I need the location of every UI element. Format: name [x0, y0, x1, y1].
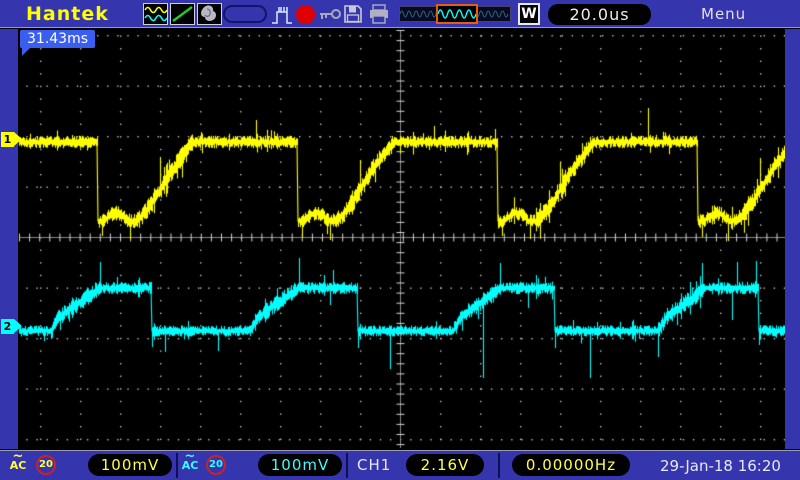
ch1-coupling-label: AC	[9, 459, 27, 472]
graticule-area: 31.43ms 1 2	[0, 29, 800, 449]
window-zoom-icon[interactable]: W	[518, 3, 540, 25]
trigger-source-label: CH1	[357, 456, 392, 474]
ch1-scale-readout: 100mV	[88, 454, 172, 476]
record-icon[interactable]	[296, 5, 315, 24]
pulse-icon[interactable]	[271, 4, 293, 25]
status-bar: ~ AC 20 100mV ~ AC 20 100mV CH1 2.16V 0.…	[0, 450, 800, 480]
trigger-level-value: 2.16V	[420, 456, 470, 474]
right-margin-strip	[785, 29, 800, 449]
timebase-value: 20.0us	[569, 5, 630, 24]
frequency-value: 0.00000Hz	[525, 456, 617, 474]
ch2-scale-value: 100mV	[270, 456, 330, 474]
ch1-coupling-icon: ~ AC	[6, 450, 30, 472]
trigger-level-readout: 2.16V	[406, 454, 484, 476]
ch1-scale-value: 100mV	[100, 456, 160, 474]
ch1-attenuation-badge: 20	[36, 455, 56, 475]
menu-button[interactable]: Menu	[701, 5, 746, 23]
empty-slot	[223, 5, 267, 23]
datetime-label: 29-Jan-18 16:20	[660, 457, 781, 475]
left-margin-strip	[0, 29, 18, 449]
print-icon[interactable]	[368, 4, 390, 24]
ch2-coupling-icon: ~ AC	[178, 450, 202, 472]
oscilloscope-screen: Hantek W 20.0us Menu 31.43ms 1 2 ~ AC 20…	[0, 0, 800, 480]
timebase-readout: 20.0us	[548, 4, 651, 25]
waveform-display	[18, 29, 785, 449]
frequency-counter-readout: 0.00000Hz	[512, 454, 630, 476]
key-icon[interactable]	[319, 8, 342, 21]
channel-waves-icon[interactable]	[143, 3, 168, 25]
zoom-window-indicator[interactable]	[436, 4, 478, 24]
brand-logo: Hantek	[26, 3, 109, 25]
ch2-coupling-label: AC	[181, 459, 199, 472]
channel2-marker[interactable]: 2	[1, 319, 22, 334]
horizontal-position-strip[interactable]	[399, 4, 511, 24]
save-icon[interactable]	[343, 4, 363, 24]
delay-time-badge: 31.43ms	[20, 30, 96, 56]
divider	[346, 453, 348, 478]
hand-icon[interactable]	[197, 3, 222, 25]
slope-icon[interactable]	[170, 3, 195, 25]
top-toolbar: Hantek W 20.0us Menu	[0, 0, 800, 28]
divider	[498, 453, 500, 478]
ch2-scale-readout: 100mV	[258, 454, 342, 476]
channel1-marker[interactable]: 1	[1, 132, 22, 147]
ch2-attenuation-badge: 20	[206, 455, 226, 475]
